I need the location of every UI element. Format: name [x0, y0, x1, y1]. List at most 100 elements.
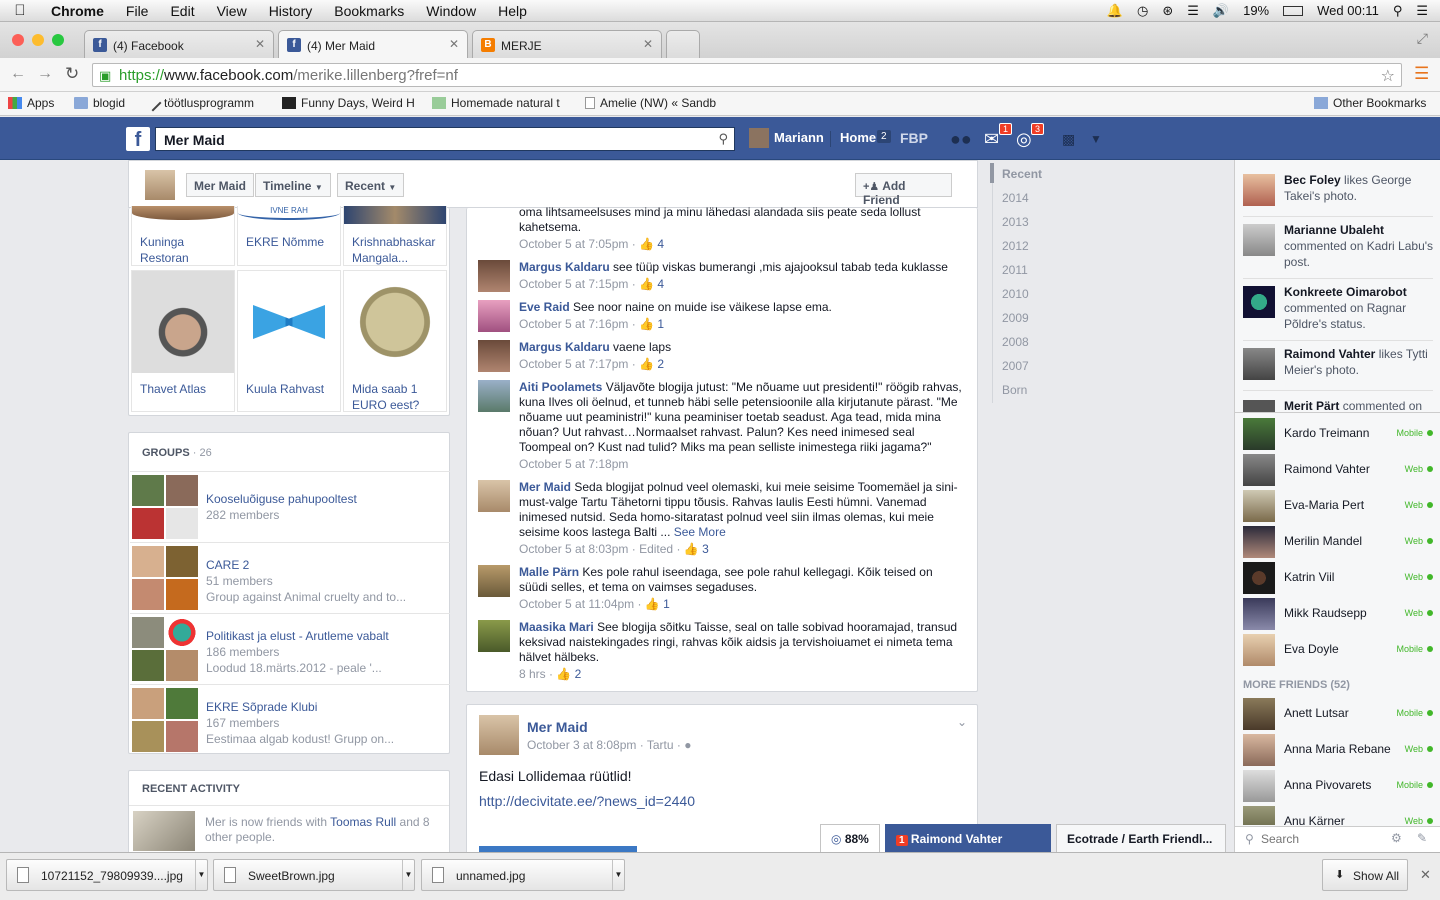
like-count[interactable]: 2	[575, 667, 582, 681]
avatar[interactable]	[478, 340, 510, 372]
photo-tile[interactable]: Thavet Atlas	[131, 270, 235, 412]
forward-arrow-icon[interactable]: →	[37, 65, 53, 83]
ticker-item[interactable]: Raimond Vahter likes Tytti Meier's photo…	[1243, 346, 1433, 390]
year-item[interactable]: 2007	[1002, 359, 1029, 373]
year-item[interactable]: 2011	[1002, 263, 1028, 277]
timeline-dropdown[interactable]: Timeline ▼	[255, 173, 331, 197]
home-link[interactable]: Home	[840, 130, 876, 145]
like-icon[interactable]: 👍	[639, 277, 654, 291]
photo-tile[interactable]: IVNE RAH EKRE Nõmme	[237, 206, 341, 266]
chat-friend[interactable]: Anu Kärner Web	[1243, 805, 1433, 825]
photo-tile[interactable]: Kuula Rahvast	[237, 270, 341, 412]
comment-time[interactable]: October 5 at 7:16pm	[519, 317, 628, 331]
year-item[interactable]: 2010	[1002, 287, 1029, 301]
like-count[interactable]: 1	[657, 317, 664, 331]
profile-thumbnail[interactable]	[145, 170, 175, 200]
chat-friend[interactable]: Anett Lutsar Mobile	[1243, 697, 1433, 731]
menu-file[interactable]: File	[115, 3, 160, 19]
year-item[interactable]: 2014	[1002, 191, 1029, 205]
comment-time[interactable]: 8 hrs	[519, 667, 546, 681]
close-window-button[interactable]	[12, 34, 24, 46]
bell-icon[interactable]: 🔔	[1107, 3, 1123, 19]
comment-time[interactable]: October 5 at 11:04pm	[519, 597, 634, 611]
see-more-link[interactable]: See More	[674, 525, 726, 539]
add-friend-button[interactable]: +♟ Add Friend	[855, 173, 952, 207]
chat-sidebar-toggle[interactable]: ◎ 88%	[820, 824, 880, 852]
address-bar[interactable]: ▣ https://www.facebook.com/merike.lillen…	[92, 63, 1402, 87]
download-item[interactable]: SweetBrown.jpg ▼	[213, 859, 415, 891]
avatar[interactable]	[478, 380, 510, 412]
post-author[interactable]: Mer Maid	[527, 719, 588, 735]
facebook-search-input[interactable]: Mer Maid ⚲	[155, 127, 735, 151]
photo-tile[interactable]: Mida saab 1 EURO eest?	[343, 270, 447, 412]
like-icon[interactable]: 👍	[684, 542, 699, 556]
photo-tile[interactable]: Kuninga Restoran	[131, 206, 235, 266]
comment-author[interactable]: Mer Maid	[519, 480, 571, 494]
tab-merje[interactable]: B MERJE ✕	[472, 30, 662, 58]
battery-percent[interactable]: 19%	[1243, 3, 1269, 18]
menu-bookmarks[interactable]: Bookmarks	[323, 3, 415, 19]
close-tab-icon[interactable]: ✕	[449, 37, 459, 51]
year-item[interactable]: 2012	[1002, 239, 1029, 253]
like-icon[interactable]: 👍	[639, 237, 654, 251]
privacy-lock-icon[interactable]: ▩	[1062, 131, 1084, 151]
clock[interactable]: Wed 00:11	[1317, 3, 1379, 18]
like-count[interactable]: 1	[663, 597, 670, 611]
chevron-down-icon[interactable]: ▼	[1090, 132, 1112, 152]
like-icon[interactable]: 👍	[645, 597, 660, 611]
spotlight-icon[interactable]: ⚲	[1393, 3, 1403, 19]
chat-friend[interactable]: Eva-Maria Pert Web	[1243, 489, 1433, 523]
comment-author[interactable]: Malle Pärn	[519, 565, 579, 579]
recent-dropdown[interactable]: Recent ▼	[337, 173, 405, 197]
like-count[interactable]: 4	[657, 237, 664, 251]
close-icon[interactable]: ✕	[1420, 867, 1431, 883]
comment-author[interactable]: Aiti Poolamets	[519, 380, 602, 394]
profile-name-button[interactable]: Mer Maid	[186, 173, 255, 197]
group-item[interactable]: Politikast ja elust - Arutleme vabalt 18…	[130, 613, 450, 683]
wifi-icon[interactable]: ☰	[1187, 3, 1199, 19]
post-link[interactable]: http://decivitate.ee/?news_id=2440	[479, 793, 695, 809]
like-count[interactable]: 3	[702, 542, 709, 556]
chat-friend[interactable]: Anna Pivovarets Mobile	[1243, 769, 1433, 803]
chevron-down-icon[interactable]: ⌄	[957, 715, 967, 729]
minimize-window-button[interactable]	[32, 34, 44, 46]
fullscreen-icon[interactable]: ⤢	[1417, 30, 1428, 47]
avatar[interactable]	[478, 565, 510, 597]
profile-link[interactable]: Mariann	[774, 130, 824, 145]
messages-icon[interactable]: ✉ 1	[984, 123, 1012, 149]
bookmark-homemade[interactable]: Homemade natural t	[432, 96, 560, 110]
chat-friend[interactable]: Merilin Mandel Web	[1243, 525, 1433, 559]
bluetooth-icon[interactable]: ⊛	[1162, 3, 1173, 19]
like-count[interactable]: 2	[657, 357, 664, 371]
search-icon[interactable]: ⚲	[718, 131, 728, 147]
comment-author[interactable]: Maasika Mari	[519, 620, 594, 634]
ticker-item[interactable]: Marianne Ubaleht commented on Kadri Labu…	[1243, 222, 1433, 278]
year-item[interactable]: 2013	[1002, 215, 1029, 229]
year-recent[interactable]: Recent	[1002, 167, 1042, 181]
chevron-down-icon[interactable]: ▼	[195, 860, 207, 890]
close-tab-icon[interactable]: ✕	[643, 37, 653, 51]
new-tab-button[interactable]	[666, 30, 700, 58]
show-all-button[interactable]: ⬇ Show All	[1322, 859, 1408, 891]
avatar[interactable]	[479, 715, 519, 755]
bookmark-funny-days[interactable]: Funny Days, Weird H	[282, 96, 415, 110]
group-item[interactable]: CARE 2 51 members Group against Animal c…	[130, 542, 450, 612]
chat-search-input[interactable]	[1261, 830, 1381, 848]
notifications-globe-icon[interactable]: ◎ 3	[1016, 123, 1044, 149]
comment-time[interactable]: October 5 at 7:15pm	[519, 277, 628, 291]
like-icon[interactable]: 👍	[639, 357, 654, 371]
bookmark-apps[interactable]: Apps	[8, 96, 54, 110]
avatar[interactable]	[478, 300, 510, 332]
chat-tab-active[interactable]: 1 Raimond Vahter	[885, 824, 1051, 852]
menu-help[interactable]: Help	[487, 3, 538, 19]
avatar[interactable]	[749, 128, 769, 148]
menu-icon[interactable]: ☰	[1414, 64, 1429, 84]
bookmark-tootlusprogramm[interactable]: töötlusprogramm	[144, 94, 254, 112]
menu-edit[interactable]: Edit	[159, 3, 205, 19]
comment-author[interactable]: Eve Raid	[519, 300, 570, 314]
menu-window[interactable]: Window	[415, 3, 487, 19]
activity-friend-link[interactable]: Toomas Rull	[330, 815, 396, 829]
comment-time[interactable]: October 5 at 7:18pm	[519, 457, 628, 471]
tab-mer-maid[interactable]: f (4) Mer Maid ✕	[278, 30, 468, 58]
facebook-logo[interactable]: f	[126, 127, 150, 151]
